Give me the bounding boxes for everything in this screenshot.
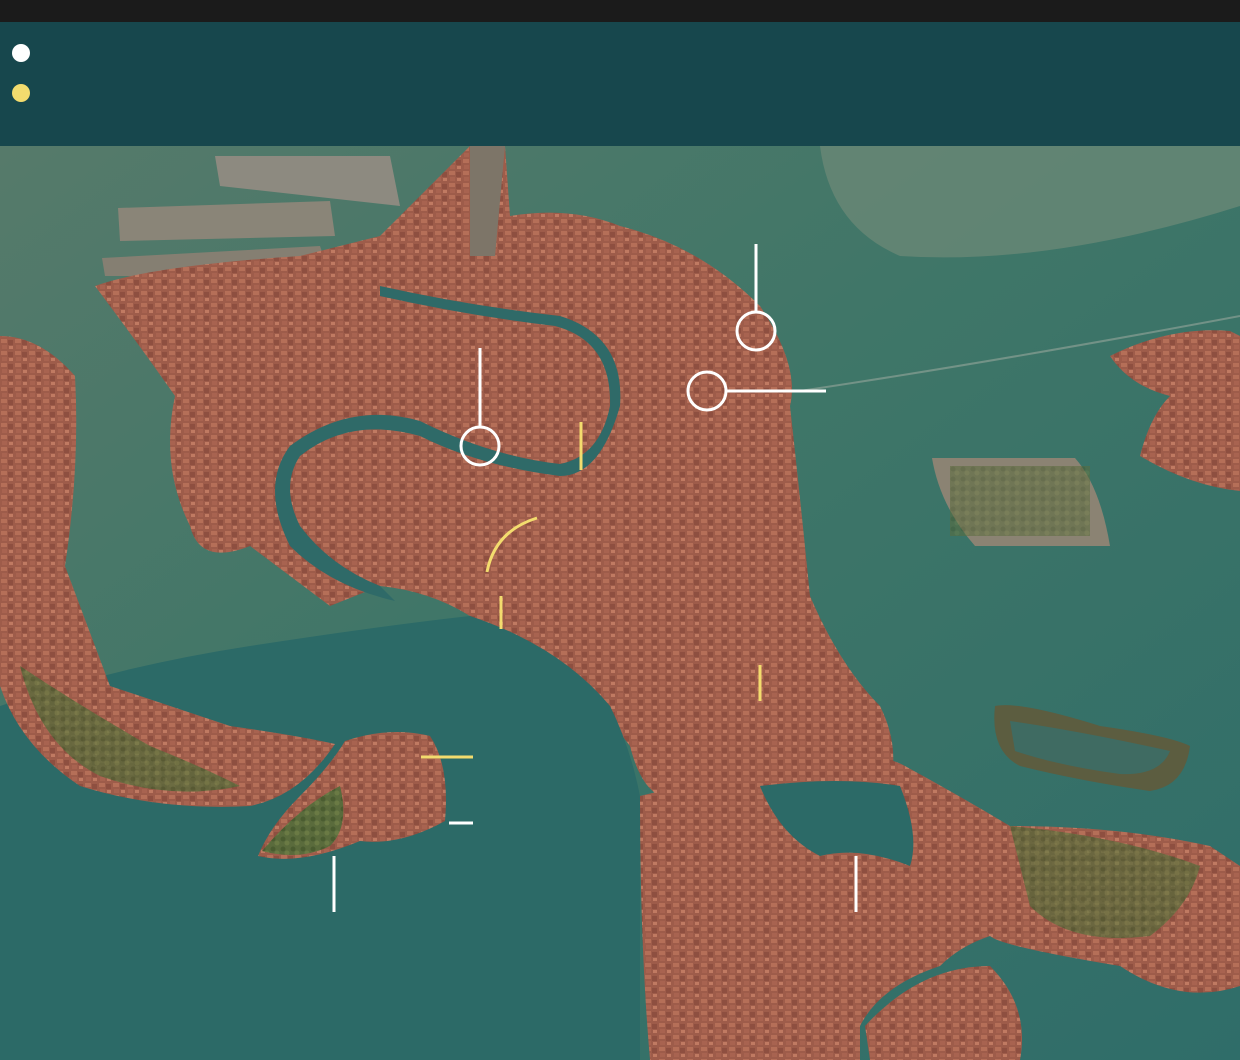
port-dock [118,201,335,241]
legend-dot-yellow-icon [12,84,30,102]
legend-panel [0,22,1240,146]
cemetery-greens [950,466,1090,536]
legend-item-white [12,44,40,62]
legend-dot-white-icon [12,44,30,62]
legend-item-yellow [12,84,40,102]
map-canvas [0,146,1240,1060]
aerial-map[interactable] [0,146,1240,1060]
top-bar [0,0,1240,22]
